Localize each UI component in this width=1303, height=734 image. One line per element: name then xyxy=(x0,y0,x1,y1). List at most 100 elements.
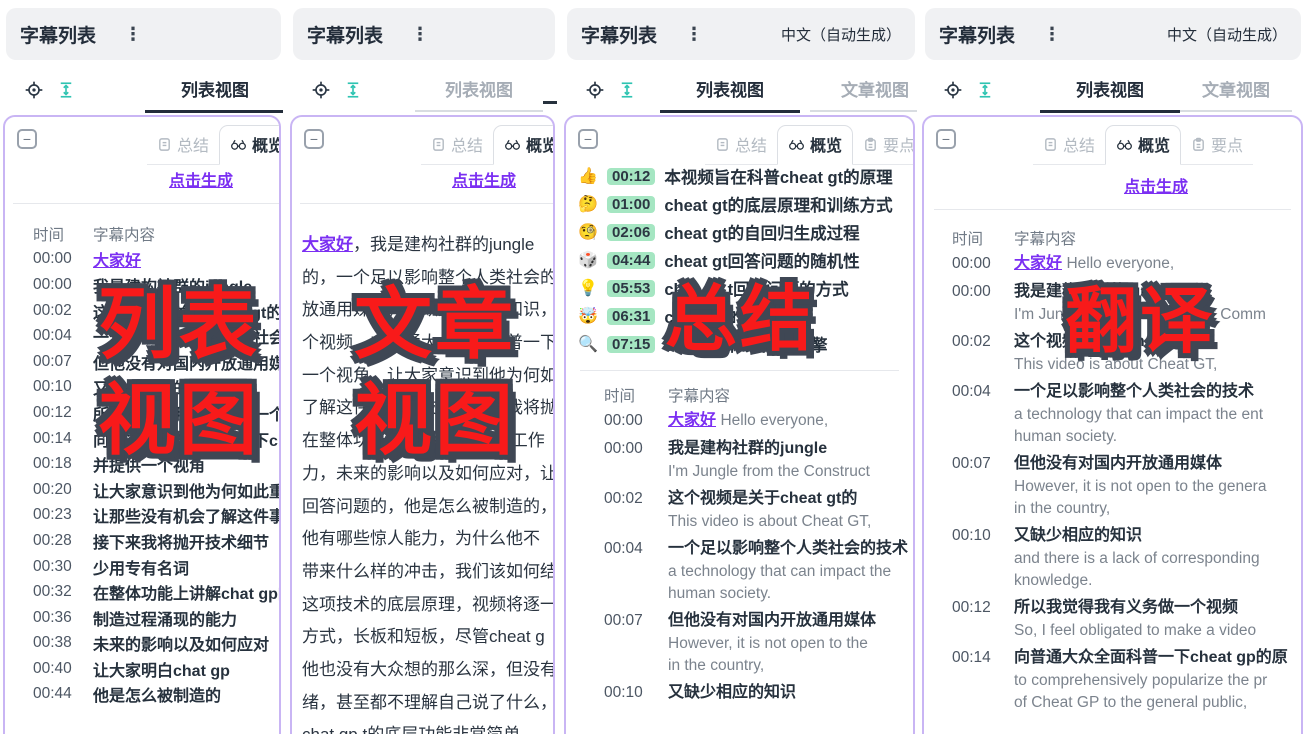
cue-link[interactable]: 大家好 xyxy=(302,235,353,254)
subtitle-row[interactable]: 00:18 并提供一个视角 xyxy=(5,451,279,477)
generate-link[interactable]: 点击生成 xyxy=(169,167,233,191)
timestamp[interactable]: 00:20 xyxy=(5,481,93,499)
kebab-menu-icon[interactable]: ⋮ xyxy=(124,24,142,45)
kebab-menu-icon[interactable]: ⋮ xyxy=(1043,24,1061,45)
tab-article-view[interactable]: 文章视图 xyxy=(1180,76,1292,112)
tab-keypoints[interactable]: 要点 xyxy=(853,126,915,164)
tab-overview[interactable]: 概览 xyxy=(493,125,555,165)
tab-list-view[interactable]: 列表视图 xyxy=(415,76,543,112)
chapter-timestamp-badge[interactable]: 04:44 xyxy=(607,252,655,269)
tab-summary[interactable]: 总结 xyxy=(147,126,219,164)
tab-overview[interactable]: 概览 xyxy=(777,125,853,165)
language-label[interactable]: 中文（自动生成） xyxy=(1167,24,1287,45)
timestamp[interactable]: 00:10 xyxy=(5,378,93,396)
timestamp[interactable]: 00:38 xyxy=(5,634,93,652)
subtitle-row[interactable]: 00:07 但他没有对国内开放通用媒体 xyxy=(5,349,279,375)
chapter-timestamp-badge[interactable]: 00:12 xyxy=(607,168,655,185)
subtitle-row[interactable]: 00:36 制造过程涌现的能力 xyxy=(5,605,279,631)
timestamp[interactable]: 00:14 xyxy=(5,430,93,448)
chapter-row[interactable]: 🤯 06:31 cheat gt的惊人能力 xyxy=(578,302,913,330)
chapter-row[interactable]: 💡 05:53 chat gp t回答问题的方式 xyxy=(578,274,913,302)
timestamp[interactable]: 00:02 xyxy=(566,486,668,533)
vertical-expand-icon[interactable] xyxy=(615,78,639,102)
timestamp[interactable]: 00:00 xyxy=(5,276,93,294)
subtitle-row[interactable]: 00:10 又缺少相应的知识 xyxy=(5,375,279,401)
timestamp[interactable]: 00:32 xyxy=(5,583,93,601)
subtitle-row[interactable]: 00:28 接下来我将抛开技术细节 xyxy=(5,528,279,554)
timestamp[interactable]: 00:00 xyxy=(924,279,1014,326)
chapter-timestamp-badge[interactable]: 01:00 xyxy=(607,196,655,213)
timestamp[interactable]: 00:40 xyxy=(5,660,93,678)
timestamp[interactable]: 00:04 xyxy=(566,536,668,605)
subtitle-row[interactable]: 00:02 这个视频是关于cheat gt的 This video is abo… xyxy=(924,329,1301,376)
timestamp[interactable]: 00:07 xyxy=(924,451,1014,520)
generate-link[interactable]: 点击生成 xyxy=(452,167,516,191)
subtitle-row[interactable]: 00:04 一个足以影响整个人类社会的技术 a technology that … xyxy=(924,379,1301,448)
timestamp[interactable]: 00:18 xyxy=(5,455,93,473)
timestamp[interactable]: 00:10 xyxy=(566,680,668,705)
kebab-menu-icon[interactable]: ⋮ xyxy=(411,24,429,45)
subtitle-row[interactable]: 00:00 我是建构社群的jungle I'm Jungle from the … xyxy=(924,279,1301,326)
tab-list-view[interactable]: 列表视图 xyxy=(660,76,800,113)
chapter-row[interactable]: 🤔 01:00 cheat gt的底层原理和训练方式 xyxy=(578,190,913,218)
timestamp[interactable]: 00:23 xyxy=(5,506,93,524)
timestamp[interactable]: 00:44 xyxy=(5,685,93,703)
timestamp[interactable]: 00:36 xyxy=(5,609,93,627)
subtitle-row[interactable]: 00:00 我是建构社群的jungle I'm Jungle from the … xyxy=(566,436,913,483)
language-label[interactable]: 中文（自动生成） xyxy=(781,24,901,45)
subtitle-row[interactable]: 00:00 大家好 xyxy=(5,247,279,273)
chapter-timestamp-badge[interactable]: 02:06 xyxy=(607,224,655,241)
tab-keypoints[interactable]: 要点 xyxy=(1181,126,1253,164)
timestamp[interactable]: 00:00 xyxy=(566,436,668,483)
locate-crosshair-icon[interactable] xyxy=(22,78,46,102)
timestamp[interactable]: 00:00 xyxy=(5,250,93,268)
timestamp[interactable]: 00:14 xyxy=(924,645,1014,714)
subtitle-row[interactable]: 00:10 又缺少相应的知识 xyxy=(566,680,913,705)
collapse-button[interactable]: − xyxy=(936,129,956,149)
subtitle-row[interactable]: 00:12 所以我觉得我有义务做一个视频 xyxy=(5,400,279,426)
subtitle-row[interactable]: 00:02 这个视频是关于cheat gt的 xyxy=(5,298,279,324)
vertical-expand-icon[interactable] xyxy=(341,78,365,102)
subtitle-row[interactable]: 00:10 又缺少相应的知识 and there is a lack of co… xyxy=(924,523,1301,592)
collapse-button[interactable]: − xyxy=(17,129,37,149)
kebab-menu-icon[interactable]: ⋮ xyxy=(685,24,703,45)
subtitle-row[interactable]: 00:02 这个视频是关于cheat gt的 This video is abo… xyxy=(566,486,913,533)
subtitle-row[interactable]: 00:14 向普通大众全面科普一下cheat gp的原 to comprehen… xyxy=(924,645,1301,714)
subtitle-row[interactable]: 00:44 他是怎么被制造的 xyxy=(5,682,279,708)
tab-summary[interactable]: 总结 xyxy=(421,126,493,164)
timestamp[interactable]: 00:10 xyxy=(924,523,1014,592)
vertical-expand-icon[interactable] xyxy=(973,78,997,102)
timestamp[interactable]: 00:07 xyxy=(566,608,668,677)
subtitle-row[interactable]: 00:12 所以我觉得我有义务做一个视频 So, I feel obligate… xyxy=(924,595,1301,642)
subtitle-row[interactable]: 00:04 一个足以影响整个人类社会的技术 a technology that … xyxy=(566,536,913,605)
subtitle-row[interactable]: 00:32 在整体功能上讲解chat gp的工作 xyxy=(5,579,279,605)
locate-crosshair-icon[interactable] xyxy=(583,78,607,102)
timestamp[interactable]: 00:00 xyxy=(566,408,668,433)
tab-overview[interactable]: 概览 xyxy=(219,125,281,165)
timestamp[interactable]: 00:02 xyxy=(5,302,93,320)
tab-list-view[interactable]: 列表视图 xyxy=(145,76,283,113)
locate-crosshair-icon[interactable] xyxy=(309,78,333,102)
tab-summary[interactable]: 总结 xyxy=(705,126,777,164)
timestamp[interactable]: 00:04 xyxy=(5,327,93,345)
subtitle-row[interactable]: 00:20 让大家意识到他为何如此重要 xyxy=(5,477,279,503)
timestamp[interactable]: 00:02 xyxy=(924,329,1014,376)
subtitle-row[interactable]: 00:00 大家好 Hello everyone, xyxy=(566,408,913,433)
timestamp[interactable]: 00:00 xyxy=(924,251,1014,276)
tab-list-view[interactable]: 列表视图 xyxy=(1040,76,1180,113)
vertical-expand-icon[interactable] xyxy=(54,78,78,102)
timestamp[interactable]: 00:30 xyxy=(5,558,93,576)
locate-crosshair-icon[interactable] xyxy=(941,78,965,102)
collapse-button[interactable]: − xyxy=(578,129,598,149)
timestamp[interactable]: 00:12 xyxy=(924,595,1014,642)
subtitle-row[interactable]: 00:00 大家好 Hello everyone, xyxy=(924,251,1301,276)
timestamp[interactable]: 00:28 xyxy=(5,532,93,550)
chapter-timestamp-badge[interactable]: 07:15 xyxy=(607,336,655,353)
subtitle-row[interactable]: 00:04 一个足以影响整个人类社会的技术 xyxy=(5,323,279,349)
subtitle-row[interactable]: 00:40 让大家明白chat gp xyxy=(5,656,279,682)
tab-summary[interactable]: 总结 xyxy=(1033,126,1105,164)
timestamp[interactable]: 00:07 xyxy=(5,353,93,371)
subtitle-row[interactable]: 00:07 但他没有对国内开放通用媒体 However, it is not o… xyxy=(924,451,1301,520)
chapter-timestamp-badge[interactable]: 06:31 xyxy=(607,308,655,325)
timestamp[interactable]: 00:12 xyxy=(5,404,93,422)
